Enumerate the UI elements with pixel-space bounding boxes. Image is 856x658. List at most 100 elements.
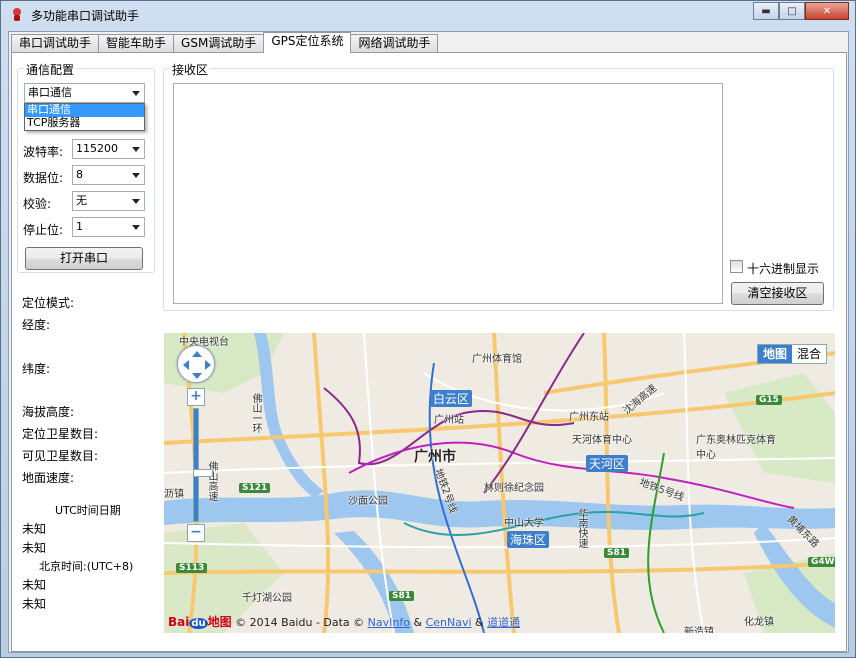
map-place-olympic-center: 广东奥林匹克体育中心 xyxy=(696,435,776,461)
map-place-sysu: 中山大学 xyxy=(504,518,544,529)
parity-label: 校验: xyxy=(23,197,52,211)
beijing-time-value: 未知 xyxy=(22,597,47,611)
stopbits-select-value: 1 xyxy=(76,220,83,233)
zoom-in-button[interactable]: + xyxy=(187,388,205,406)
open-port-button[interactable]: 打开串口 xyxy=(25,247,143,270)
map-copyright: Bai du 地图 © 2014 Baidu - Data © NavInfo & … xyxy=(168,613,520,630)
clear-receive-button[interactable]: 清空接收区 xyxy=(731,282,824,305)
main-window: 多功能串口调试助手 ▬ □ ✕ 串口调试助手 智能车助手 GSM调试助手 GPS… xyxy=(0,0,856,658)
hex-display-label: 十六进制显示 xyxy=(747,262,820,276)
map-type-map-button[interactable]: 地图 xyxy=(757,345,792,363)
parity-select-value: 无 xyxy=(76,194,87,207)
baidu-map-logo: Bai du 地图 xyxy=(168,615,232,629)
map-district-haizhu: 海珠区 xyxy=(507,531,550,548)
baud-select[interactable]: 115200 xyxy=(72,139,145,159)
map-road-shield-s113: S113 xyxy=(176,563,208,573)
map-zoom-control: + − xyxy=(187,388,213,543)
fix-mode-label: 定位模式: xyxy=(22,296,75,310)
tab-network-debug[interactable]: 网络调试助手 xyxy=(350,34,439,53)
map-road-huanan-express: 华南快速 xyxy=(576,508,587,548)
client-area: 串口调试助手 智能车助手 GSM调试助手 GPS定位系统 网络调试助手 通信配置… xyxy=(8,31,849,653)
zoom-slider-track[interactable] xyxy=(193,408,213,522)
receive-textarea[interactable] xyxy=(173,83,723,304)
utc-date-value: 未知 xyxy=(22,522,47,536)
mode-select-value: 串口通信 xyxy=(28,86,72,99)
daodaotong-link[interactable]: 道道通 xyxy=(487,616,520,629)
mode-option-tcp-server[interactable]: TCP服务器 xyxy=(25,117,144,130)
chevron-down-icon xyxy=(132,173,140,178)
map-place-lin-memorial: 林则徐纪念园 xyxy=(484,483,544,494)
mode-select[interactable]: 串口通信 xyxy=(24,83,145,103)
map-type-hybrid-button[interactable]: 混合 xyxy=(792,345,826,363)
map-district-baiyun: 白云区 xyxy=(430,390,473,407)
parity-select[interactable]: 无 xyxy=(72,191,145,211)
longitude-label: 经度: xyxy=(22,318,51,332)
tab-gps[interactable]: GPS定位系统 xyxy=(263,32,352,53)
baud-select-value: 115200 xyxy=(76,142,118,155)
utc-label: UTC时间日期 xyxy=(55,504,121,517)
chevron-down-icon xyxy=(132,91,140,96)
map-road-foshan-ring: 佛山一环 xyxy=(250,393,261,433)
pan-arrows-icon xyxy=(183,351,211,379)
stopbits-select[interactable]: 1 xyxy=(72,217,145,237)
copyright-amp: & xyxy=(475,616,484,629)
map-place-hualong: 化龙镇 xyxy=(744,617,774,628)
maximize-button[interactable]: □ xyxy=(779,2,805,20)
zoom-out-button[interactable]: − xyxy=(187,524,205,542)
map-city-label: 广州市 xyxy=(414,449,456,465)
map-road-shield-s121: S121 xyxy=(239,483,271,493)
tab-gsm-debug[interactable]: GSM调试助手 xyxy=(173,34,265,53)
map-place-qiandeng-lake: 千灯湖公园 xyxy=(242,593,292,604)
visible-satellites-label: 可见卫星数目: xyxy=(22,449,99,463)
map-district-tianhe: 天河区 xyxy=(586,455,629,472)
mode-dropdown-list: 串口通信 TCP服务器 xyxy=(24,103,145,131)
baidu-map[interactable]: 中央电视台 广州体育馆 广州站 广州东站 天河体育中心 广东奥林匹克体育中心 广… xyxy=(164,333,835,633)
map-road-shield-g15: G15 xyxy=(756,395,782,405)
close-button[interactable]: ✕ xyxy=(805,2,849,20)
tab-strip: 串口调试助手 智能车助手 GSM调试助手 GPS定位系统 网络调试助手 xyxy=(11,32,439,53)
stopbits-label: 停止位: xyxy=(23,223,64,237)
map-place-li-town: 沥镇 xyxy=(164,489,184,500)
map-place-xinzao: 新造镇 xyxy=(684,627,714,633)
zoom-slider-thumb[interactable] xyxy=(193,469,213,477)
map-road-shield-s81-east: S81 xyxy=(604,548,630,558)
databits-select-value: 8 xyxy=(76,168,83,181)
altitude-label: 海拔高度: xyxy=(22,405,75,419)
utc-time-value: 未知 xyxy=(22,541,47,555)
hex-display-checkbox[interactable] xyxy=(730,260,743,273)
ground-speed-label: 地面速度: xyxy=(22,471,75,485)
copyright-amp: & xyxy=(413,616,423,629)
chevron-down-icon xyxy=(132,225,140,230)
map-road-foshan-expressway: 佛山高速 xyxy=(206,461,217,501)
caption-buttons: ▬ □ ✕ xyxy=(753,2,849,21)
navinfo-link[interactable]: NavInfo xyxy=(368,616,410,629)
databits-label: 数据位: xyxy=(23,171,64,185)
beijing-date-value: 未知 xyxy=(22,578,47,592)
chevron-down-icon xyxy=(132,199,140,204)
map-road-shield-g4w: G4W xyxy=(808,557,835,567)
chevron-down-icon xyxy=(132,147,140,152)
databits-select[interactable]: 8 xyxy=(72,165,145,185)
map-place-shamian: 沙面公园 xyxy=(348,496,388,507)
map-pan-control[interactable] xyxy=(177,345,215,383)
baud-label: 波特率: xyxy=(23,145,64,159)
map-road-shield-s81: S81 xyxy=(389,591,415,601)
receive-group-label: 接收区 xyxy=(170,61,211,78)
minimize-button[interactable]: ▬ xyxy=(753,2,779,20)
app-icon xyxy=(13,8,21,21)
title-bar[interactable]: 多功能串口调试助手 ▬ □ ✕ xyxy=(1,1,855,29)
cennavi-link[interactable]: CenNavi xyxy=(426,616,472,629)
latitude-label: 纬度: xyxy=(22,362,51,376)
map-place-gz-station: 广州站 xyxy=(434,415,464,426)
copyright-text: © 2014 Baidu - Data © xyxy=(235,616,365,629)
beijing-time-label: 北京时间:(UTC+8) xyxy=(39,560,134,573)
map-place-gz-gym: 广州体育馆 xyxy=(472,354,522,365)
map-place-gz-east-station: 广州东站 xyxy=(569,412,609,423)
tab-smart-car[interactable]: 智能车助手 xyxy=(98,34,175,53)
window-title: 多功能串口调试助手 xyxy=(31,9,140,23)
map-type-switch: 地图 混合 xyxy=(756,344,827,364)
config-group-label: 通信配置 xyxy=(24,61,77,78)
gps-tab-panel: 通信配置 串口通信 串口通信 TCP服务器 波特率: 115200 数据位: 8… xyxy=(11,52,847,652)
used-satellites-label: 定位卫星数目: xyxy=(22,427,99,441)
tab-serial-debug[interactable]: 串口调试助手 xyxy=(11,34,100,53)
